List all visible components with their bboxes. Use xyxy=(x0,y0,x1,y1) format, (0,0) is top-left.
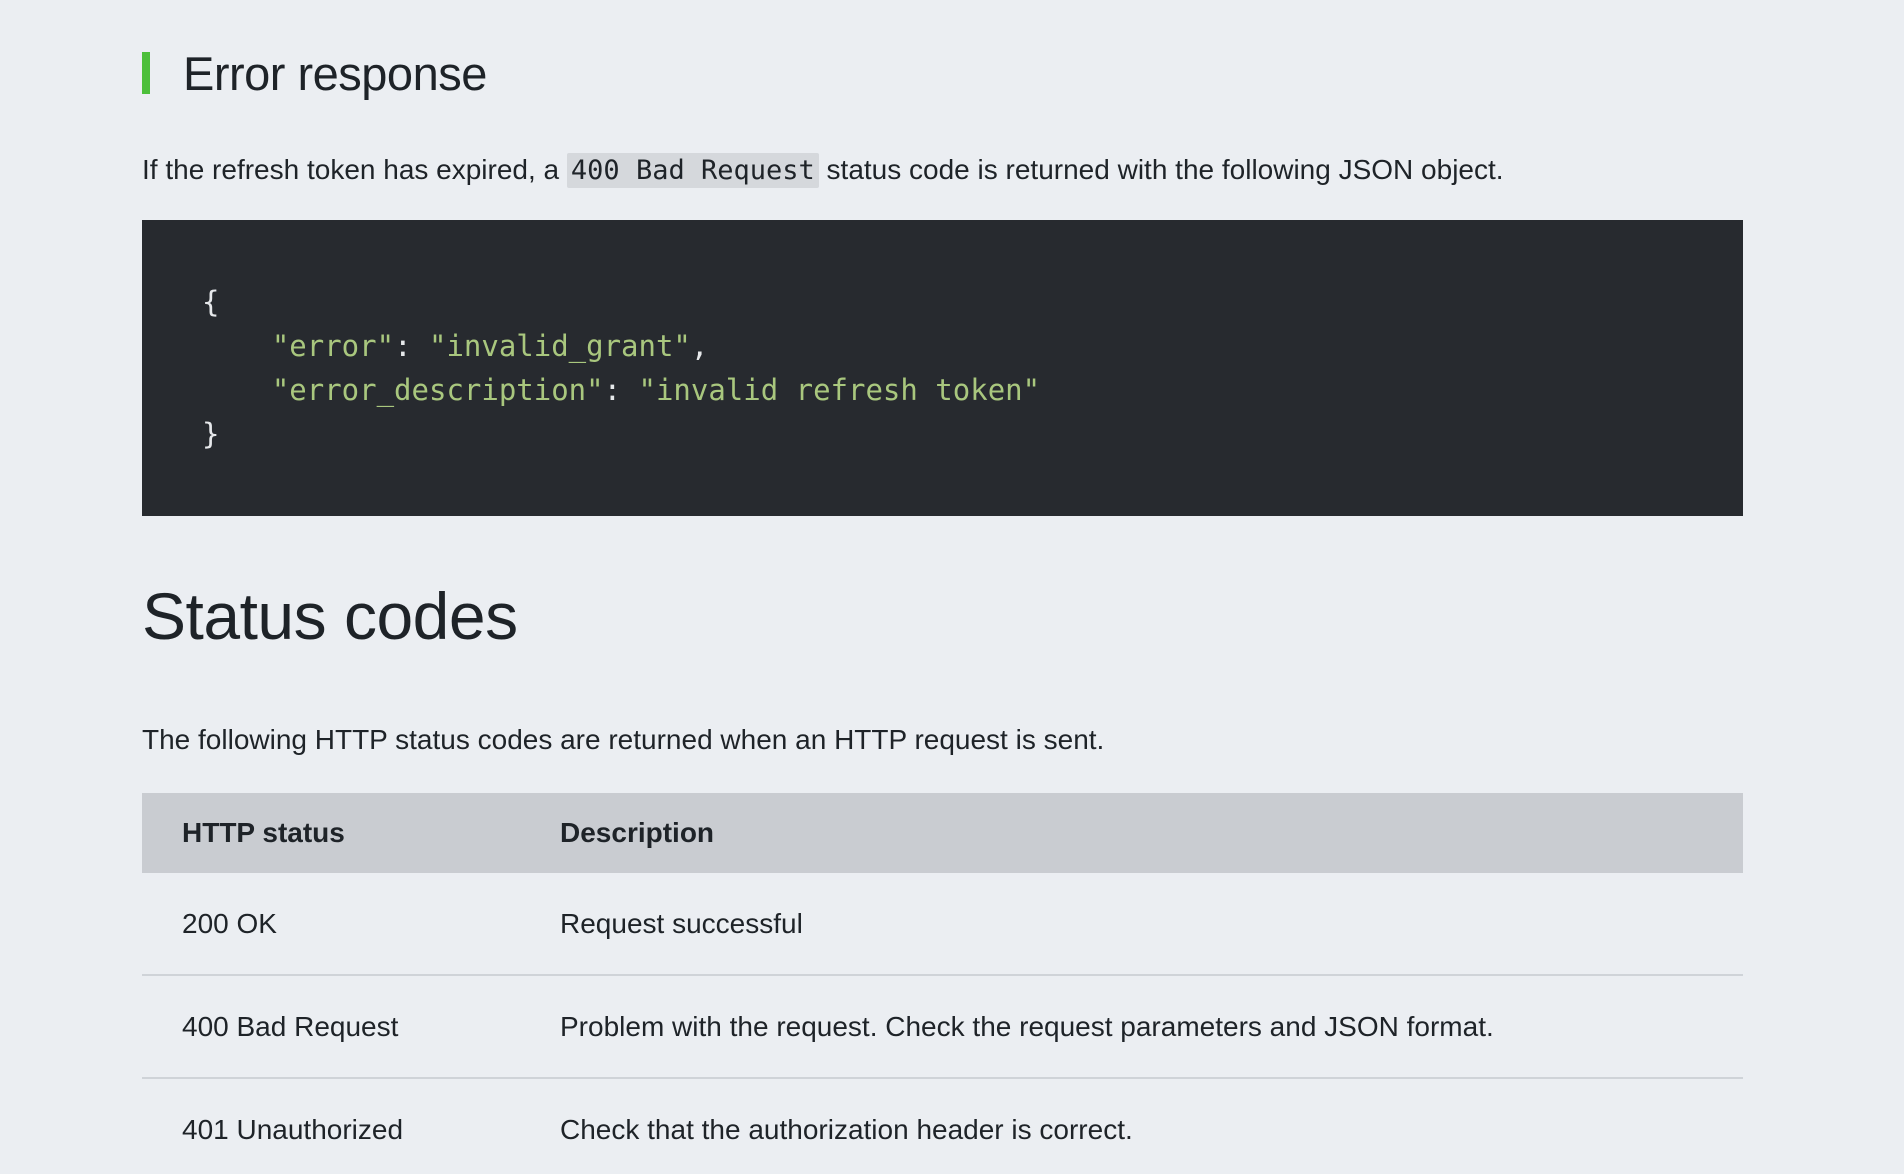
description-cell: Problem with the request. Check the requ… xyxy=(520,975,1743,1079)
table-row: 401 Unauthorized Check that the authoriz… xyxy=(142,1078,1743,1174)
code-key-error: "error" xyxy=(271,329,395,363)
error-response-intro: If the refresh token has expired, a 400 … xyxy=(142,148,1504,193)
code-value-error-description: "invalid refresh token" xyxy=(638,373,1041,407)
heading-accent-bar xyxy=(142,52,150,94)
error-response-title: Error response xyxy=(183,46,487,100)
code-open-brace: { xyxy=(202,285,220,319)
status-cell: 401 Unauthorized xyxy=(142,1078,520,1174)
json-code-block[interactable]: { "error": "invalid_grant", "error_descr… xyxy=(142,220,1743,516)
inline-code-status: 400 Bad Request xyxy=(566,153,819,188)
intro-text-before: If the refresh token has expired, a xyxy=(142,154,567,185)
table-header-row: HTTP status Description xyxy=(142,793,1743,873)
status-codes-table: HTTP status Description 200 OK Request s… xyxy=(142,793,1743,1174)
column-header-description: Description xyxy=(520,793,1743,873)
code-key-error-description: "error_description" xyxy=(271,373,604,407)
table-row: 400 Bad Request Problem with the request… xyxy=(142,975,1743,1079)
status-codes-title: Status codes xyxy=(142,579,518,653)
code-comma: , xyxy=(690,329,709,363)
description-cell: Request successful xyxy=(520,873,1743,976)
status-codes-intro: The following HTTP status codes are retu… xyxy=(142,724,1105,755)
table-row: 200 OK Request successful xyxy=(142,873,1743,976)
code-close-brace: } xyxy=(202,417,220,451)
code-separator: : xyxy=(394,329,429,363)
status-cell: 200 OK xyxy=(142,873,520,976)
error-response-heading: Error response xyxy=(142,47,487,100)
description-cell: Check that the authorization header is c… xyxy=(520,1078,1743,1174)
json-code: { "error": "invalid_grant", "error_descr… xyxy=(202,280,1743,456)
status-cell: 400 Bad Request xyxy=(142,975,520,1079)
code-separator: : xyxy=(603,373,639,407)
intro-text-after: status code is returned with the followi… xyxy=(818,154,1504,185)
column-header-http-status: HTTP status xyxy=(142,793,520,873)
code-value-error: "invalid_grant" xyxy=(428,329,691,363)
